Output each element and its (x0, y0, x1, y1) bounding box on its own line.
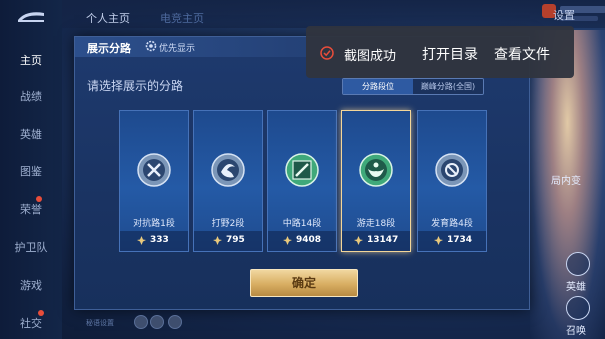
right-panel-label[interactable]: 局内变 (546, 172, 586, 187)
notification-dot (38, 310, 44, 316)
lane-name: 游走18段 (356, 219, 396, 229)
segment-peak-lane[interactable]: 巅峰分路(全国) (413, 79, 483, 94)
hands-badge-icon (359, 153, 393, 187)
segment-lane-rank[interactable]: 分路段位 (343, 79, 413, 94)
crossed-swords-badge-icon (137, 153, 171, 187)
sidebar-item-record[interactable]: 战绩 (0, 88, 62, 104)
left-sidebar: 主页 战绩 英雄 图鉴 荣誉 护卫队 游戏 社交 (0, 0, 62, 339)
rank-star-icon (354, 236, 363, 245)
diagonal-staff-badge-icon (285, 153, 319, 187)
lane-card-support[interactable]: 游走18段 13147 (341, 110, 411, 252)
secret-setting-hint[interactable]: 秘语设置 (86, 318, 114, 328)
lane-score: 333 (150, 235, 169, 245)
lane-rank-segment: 分路段位 巅峰分路(全国) (342, 78, 484, 95)
confirm-button[interactable]: 确定 (250, 269, 358, 297)
open-directory-button[interactable]: 打开目录 (422, 44, 478, 64)
sidebar-item-codex[interactable]: 图鉴 (0, 163, 62, 179)
rank-star-icon (283, 236, 292, 245)
lane-card-mid[interactable]: 中路14段 9408 (267, 110, 337, 252)
lane-card-jungle[interactable]: 打野2段 795 (193, 110, 263, 252)
sidebar-item-guard-team[interactable]: 护卫队 (0, 239, 62, 255)
top-bar: 个人主页 电竞主页 (62, 0, 605, 28)
dialog-title: 展示分路 (87, 42, 131, 55)
sidebar-item-honor[interactable]: 荣誉 (0, 201, 62, 217)
lane-card-top[interactable]: 对抗路1段 333 (119, 110, 189, 252)
view-file-button[interactable]: 查看文件 (494, 44, 550, 64)
priority-display-toggle[interactable]: 优先显示 (159, 41, 195, 54)
settings-button[interactable]: 设置 (553, 7, 575, 23)
lane-score: 1734 (447, 235, 473, 245)
lane-name: 打野2段 (211, 219, 245, 229)
sidebar-item-heroes[interactable]: 英雄 (0, 126, 62, 142)
summon-circle-icon[interactable] (566, 296, 590, 320)
check-circle-icon (320, 46, 334, 60)
right-panel-label[interactable]: 英雄 (556, 278, 596, 293)
tab-personal-home[interactable]: 个人主页 (86, 10, 130, 26)
toast-message: 截图成功 (344, 49, 397, 64)
bottom-avatar-icon[interactable] (168, 315, 182, 329)
lane-score: 13147 (367, 235, 399, 245)
bottom-avatar-icon[interactable] (134, 315, 148, 329)
rank-star-icon (213, 236, 222, 245)
gear-icon (145, 40, 157, 52)
dialog-subtitle: 请选择展示的分路 (87, 79, 184, 93)
lane-name: 发育路4段 (431, 219, 473, 229)
notification-dot (36, 196, 42, 202)
bow-badge-icon (435, 153, 469, 187)
rank-star-icon (137, 236, 146, 245)
sidebar-item-social[interactable]: 社交 (0, 315, 62, 331)
sidebar-item-games[interactable]: 游戏 (0, 277, 62, 293)
lane-card-adc[interactable]: 发育路4段 1734 (417, 110, 487, 252)
screenshot-toast: 截图成功 打开目录 查看文件 (306, 26, 574, 78)
rank-star-icon (434, 236, 443, 245)
tab-esports-home[interactable]: 电竞主页 (160, 10, 204, 26)
lane-score: 9408 (296, 235, 322, 245)
lane-score: 795 (226, 235, 245, 245)
sidebar-item-home[interactable]: 主页 (0, 52, 62, 68)
lane-name: 中路14段 (282, 219, 322, 229)
bottom-avatar-icon[interactable] (150, 315, 164, 329)
hero-circle-icon[interactable] (566, 252, 590, 276)
swirl-badge-icon (211, 153, 245, 187)
lane-name: 对抗路1段 (133, 219, 175, 229)
back-arrow-icon[interactable] (16, 10, 46, 24)
right-panel-label[interactable]: 召唤 (556, 322, 596, 337)
